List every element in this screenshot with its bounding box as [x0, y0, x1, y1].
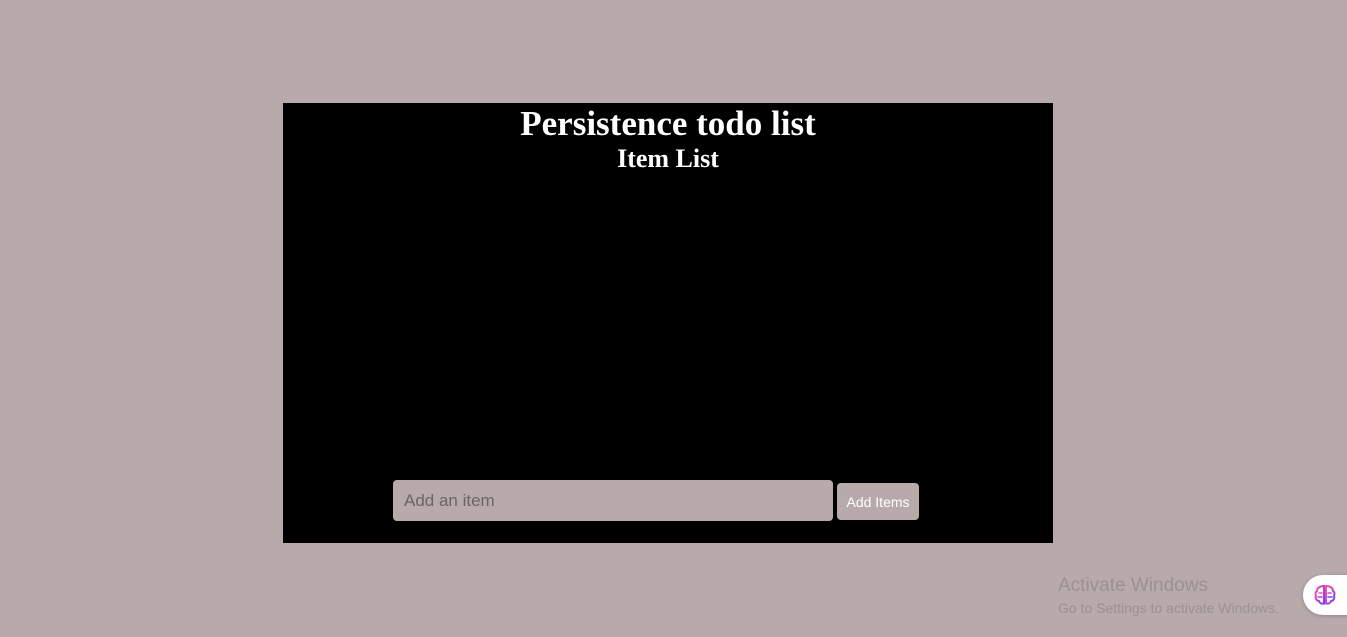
activation-title: Activate Windows — [1058, 575, 1208, 596]
add-items-button[interactable]: Add Items — [837, 483, 919, 520]
windows-activation-watermark: Activate Windows Go to Settings to activ… — [1058, 574, 1279, 618]
add-item-form: Add Items — [393, 480, 923, 521]
assistant-button[interactable] — [1303, 575, 1347, 615]
item-list-heading: Item List — [617, 144, 719, 173]
todo-panel: Persistence todo list Item List Add Item… — [283, 103, 1053, 543]
page-title: Persistence todo list — [520, 104, 816, 143]
add-item-input[interactable] — [393, 480, 833, 521]
brain-icon — [1314, 584, 1336, 605]
item-list — [393, 181, 943, 471]
activation-subtitle: Go to Settings to activate Windows. — [1058, 600, 1279, 616]
